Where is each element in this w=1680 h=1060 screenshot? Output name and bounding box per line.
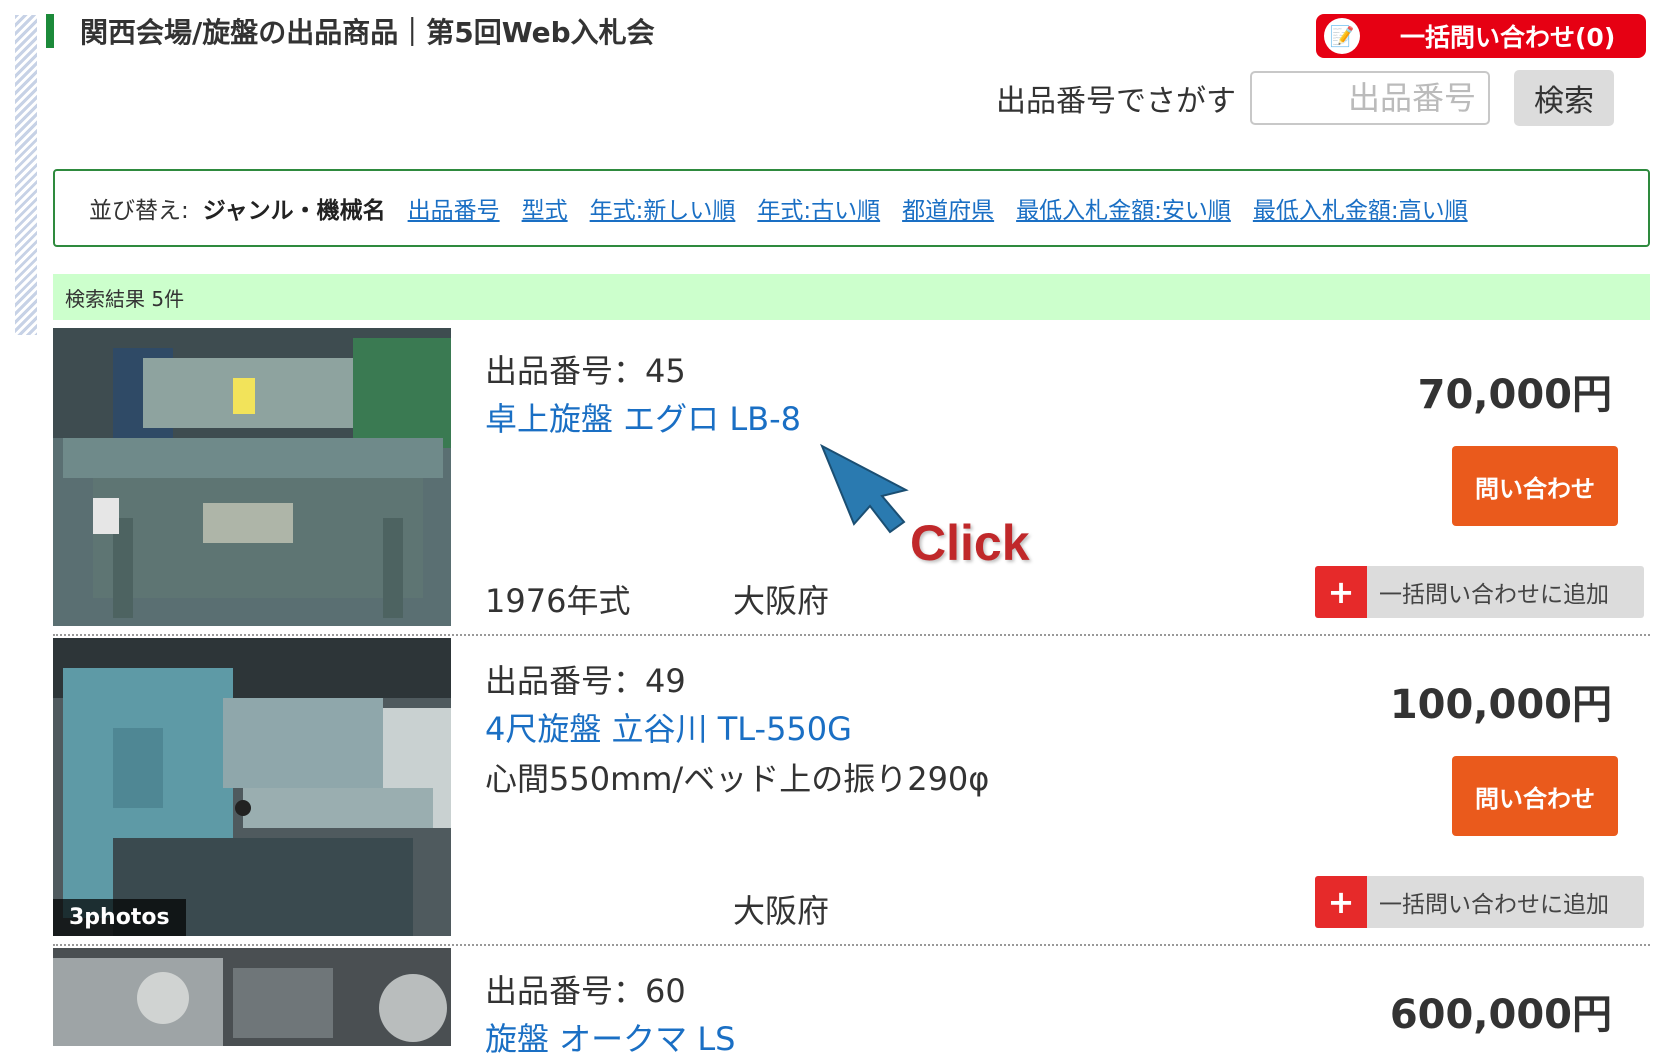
page-header: 関西会場/旋盤の出品商品｜第5回Web入札会 (46, 14, 655, 49)
add-to-bulk-label: 一括問い合わせに追加 (1379, 892, 1609, 918)
sort-option-year-old[interactable]: 年式:古い順 (757, 191, 880, 225)
item-thumbnail[interactable]: 3photos (53, 638, 451, 936)
page-title: 関西会場/旋盤の出品商品｜第5回Web入札会 (80, 16, 655, 49)
decorative-stripe (15, 15, 37, 335)
item-name-link[interactable]: 旋盤 オークマ LS (485, 1014, 736, 1060)
item-number: 出品番号：45 (485, 352, 686, 390)
item-prefecture: 大阪府 (733, 582, 830, 620)
item-number-search-input[interactable] (1250, 71, 1490, 125)
sort-bar: 並び替え: ジャンル・機械名 出品番号 型式 年式:新しい順 年式:古い順 都道… (53, 169, 1650, 247)
item-prefecture: 大阪府 (733, 892, 830, 930)
bulk-inquiry-button[interactable]: 📝 一括問い合わせ(0) (1316, 14, 1646, 58)
plus-icon: + (1315, 876, 1367, 928)
sort-option-year-new[interactable]: 年式:新しい順 (590, 191, 736, 225)
sort-option-price-low[interactable]: 最低入札金額:安い順 (1016, 191, 1231, 225)
click-annotation: Click (910, 515, 1030, 571)
item-thumbnail[interactable] (53, 948, 451, 1046)
item-price: 70,000円 (1417, 372, 1612, 418)
item-price: 600,000円 (1389, 992, 1612, 1038)
clipboard-icon: 📝 (1324, 18, 1360, 54)
inquire-button[interactable]: 問い合わせ (1452, 756, 1618, 836)
add-to-bulk-inquiry-button[interactable]: + 一括問い合わせに追加 (1315, 876, 1644, 928)
listing-item: 出品番号：60 旋盤 オークマ LS 600,000円 (53, 948, 1650, 1058)
sort-option-model[interactable]: 型式 (522, 191, 568, 225)
item-number: 出品番号：49 (485, 662, 686, 700)
sort-option-price-high[interactable]: 最低入札金額:高い順 (1253, 191, 1468, 225)
listing-item: 3photos 出品番号：49 4尺旋盤 立谷川 TL-550G 心間550mm… (53, 638, 1650, 946)
search-button[interactable]: 検索 (1514, 70, 1614, 126)
item-spec: 心間550mm/ベッド上の振り290φ (485, 760, 990, 798)
inquire-button[interactable]: 問い合わせ (1452, 446, 1618, 526)
item-thumbnail[interactable] (53, 328, 451, 626)
result-count-bar: 検索結果 5件 (53, 274, 1650, 320)
sort-option-prefecture[interactable]: 都道府県 (902, 191, 994, 225)
title-marker (46, 14, 54, 48)
item-name-link[interactable]: 4尺旋盤 立谷川 TL-550G (485, 704, 852, 750)
item-number: 出品番号：60 (485, 972, 686, 1010)
sort-label: 並び替え: (89, 198, 189, 224)
sort-current: ジャンル・機械名 (202, 198, 386, 224)
search-row: 出品番号でさがす 検索 (996, 70, 1614, 126)
add-to-bulk-label: 一括問い合わせに追加 (1379, 582, 1609, 608)
photo-count-badge: 3photos (53, 899, 186, 936)
search-label: 出品番号でさがす (996, 84, 1236, 119)
bulk-inquiry-label: 一括問い合わせ(0) (1400, 23, 1616, 52)
item-year: 1976年式 (485, 582, 631, 620)
item-name-link[interactable]: 卓上旋盤 エグロ LB-8 (485, 394, 801, 440)
plus-icon: + (1315, 566, 1367, 618)
add-to-bulk-inquiry-button[interactable]: + 一括問い合わせに追加 (1315, 566, 1644, 618)
sort-option-item-number[interactable]: 出品番号 (408, 191, 500, 225)
item-price: 100,000円 (1389, 682, 1612, 728)
